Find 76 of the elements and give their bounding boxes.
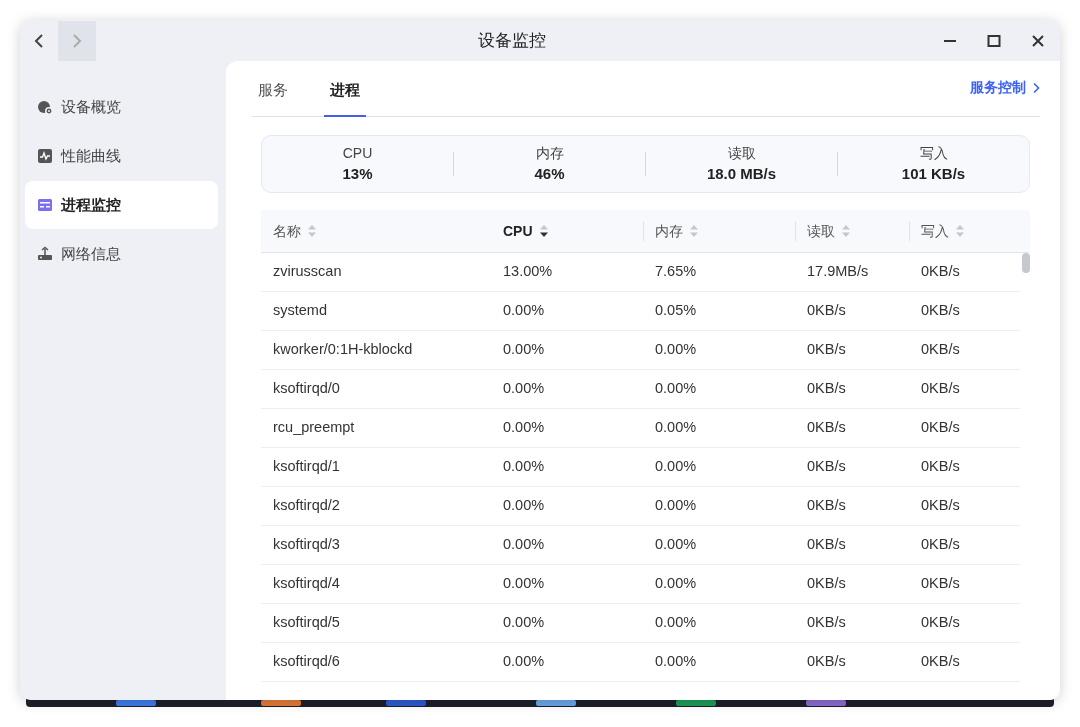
table-cell-text: 0KB/s — [920, 301, 961, 321]
table-cell-text: ksoftirqd/3 — [272, 535, 341, 555]
table-cell-text: 0KB/s — [920, 496, 961, 516]
table-cell-text: 0.00% — [502, 418, 546, 438]
table-cell-text: rcu_preempt — [272, 418, 356, 438]
table-cell-text: 0KB/s — [806, 457, 847, 477]
table-cell-text: 0KB/s — [806, 652, 847, 672]
table-cell-text: 0KB/s — [920, 535, 961, 555]
table-cell-text: 0KB/s — [920, 262, 961, 282]
table-cell-text: 0.00% — [654, 496, 698, 516]
table-cell-text: ksoftirqd/4 — [272, 574, 341, 594]
table-cell-text: 0.00% — [654, 457, 698, 477]
tab[interactable]: 进程 — [324, 78, 366, 117]
table-cell-text: 0.00% — [654, 613, 698, 633]
stat-label: 内存 — [534, 143, 565, 163]
column-header[interactable]: 名称 — [261, 220, 491, 242]
table-cell-text: 0.00% — [502, 574, 546, 594]
table-cell-text: 0KB/s — [806, 496, 847, 516]
window-title: 设备监控 — [477, 29, 547, 52]
table-cell-text: 0.00% — [502, 535, 546, 555]
table-cell-text: 0KB/s — [806, 340, 847, 360]
sidebar-item[interactable]: 网络信息 — [25, 230, 218, 278]
table-cell-text: 13.00% — [502, 262, 554, 282]
table-cell-text: 0.05% — [654, 301, 698, 321]
column-header[interactable]: 内存 — [643, 220, 795, 242]
table-cell-text: 0.00% — [502, 340, 546, 360]
table-cell-text: 0.00% — [654, 535, 698, 555]
table-cell-text: 0.00% — [654, 340, 698, 360]
tab[interactable]: 服务 — [252, 78, 294, 117]
table-cell-text: ksoftirqd/5 — [272, 613, 341, 633]
table-cell-text: 0KB/s — [806, 535, 847, 555]
service-control-link[interactable]: 服务控制 — [970, 77, 1040, 98]
stat-value: 18.0 MB/s — [705, 164, 778, 185]
table-cell-text: 7.65% — [654, 262, 698, 282]
table-cell-text: 0.00% — [502, 652, 546, 672]
table-cell-text: 0.00% — [654, 652, 698, 672]
column-header[interactable]: 读取 — [795, 220, 909, 242]
stat-label: 写入 — [918, 143, 949, 163]
table-cell-text: 0.00% — [502, 496, 546, 516]
column-header[interactable]: 写入 — [909, 220, 1030, 242]
table-cell-text: 0KB/s — [920, 340, 961, 360]
table-cell-text: ksoftirqd/6 — [272, 652, 341, 672]
table-cell-text: kworker/0:1H-kblockd — [272, 340, 414, 360]
sidebar-item[interactable]: 设备概览 — [25, 83, 218, 131]
stat-label: 读取 — [726, 143, 757, 163]
table-cell-text: 0.00% — [502, 379, 546, 399]
stat-value: 13% — [341, 164, 374, 185]
table-cell-text: 0.00% — [654, 379, 698, 399]
table-cell-text: ksoftirqd/0 — [272, 379, 341, 399]
table-cell-text: ksoftirqd/1 — [272, 457, 341, 477]
table-cell-text: 0KB/s — [920, 652, 961, 672]
table-cell-text: 0.00% — [502, 301, 546, 321]
table-cell-text: 0KB/s — [920, 379, 961, 399]
table-cell-text: systemd — [272, 301, 328, 321]
stat-value: 46% — [533, 164, 566, 185]
table-cell-text: 0.00% — [502, 613, 546, 633]
table-cell-text: 0KB/s — [806, 613, 847, 633]
table-cell-text: zvirusscan — [272, 262, 343, 282]
sidebar-item[interactable]: 进程监控 — [25, 181, 218, 229]
table-cell-text: 0.00% — [502, 457, 546, 477]
sidebar-item[interactable]: 性能曲线 — [25, 132, 218, 180]
column-header[interactable]: CPU — [491, 220, 643, 242]
stat-value: 101 KB/s — [900, 164, 967, 185]
table-cell-text: 0KB/s — [920, 574, 961, 594]
table-cell-text: 0KB/s — [806, 301, 847, 321]
table-cell-text: 0.00% — [654, 418, 698, 438]
stat-label: CPU — [341, 143, 374, 163]
table-cell-text: 0KB/s — [920, 457, 961, 477]
table-cell-text: 17.9MB/s — [806, 262, 870, 282]
table-cell-text: ksoftirqd/2 — [272, 496, 341, 516]
table-cell-text: 0KB/s — [806, 418, 847, 438]
table-cell-text: 0.00% — [654, 574, 698, 594]
table-cell-text: 0KB/s — [806, 379, 847, 399]
table-cell-text: 0KB/s — [806, 574, 847, 594]
table-cell-text: 0KB/s — [920, 418, 961, 438]
table-cell-text: 0KB/s — [920, 613, 961, 633]
